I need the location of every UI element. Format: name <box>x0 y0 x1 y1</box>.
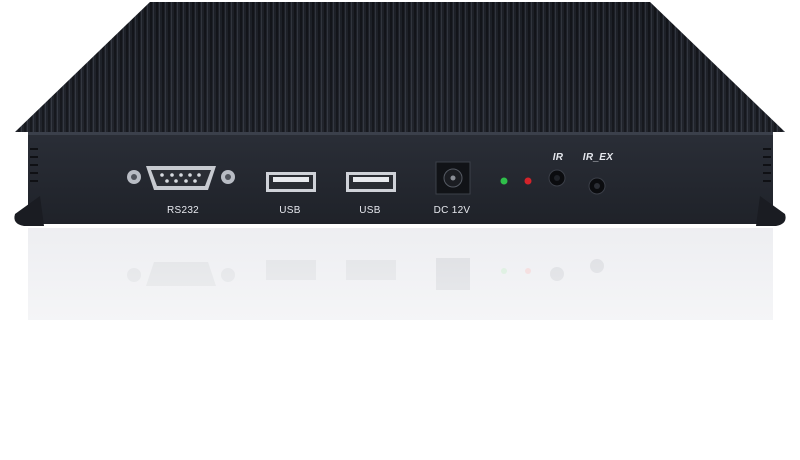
label-usb-2: USB <box>359 205 381 216</box>
device-graphic <box>0 2 800 460</box>
dc-power-jack <box>435 161 471 195</box>
ir-ex-jack <box>588 177 606 195</box>
ir-sensor <box>548 169 566 187</box>
usb-port-1 <box>266 172 316 192</box>
usb-port-2 <box>346 172 396 192</box>
label-dc-12v: DC 12V <box>433 205 471 216</box>
label-usb-1: USB <box>279 205 301 216</box>
label-rs232: RS232 <box>166 205 200 216</box>
label-ir: IR <box>552 152 564 163</box>
label-ir-ex: IR_EX <box>582 152 614 163</box>
heatsink-top <box>15 2 785 132</box>
product-photo: RS232 USB USB DC 12V IR IR_EX <box>0 0 800 460</box>
